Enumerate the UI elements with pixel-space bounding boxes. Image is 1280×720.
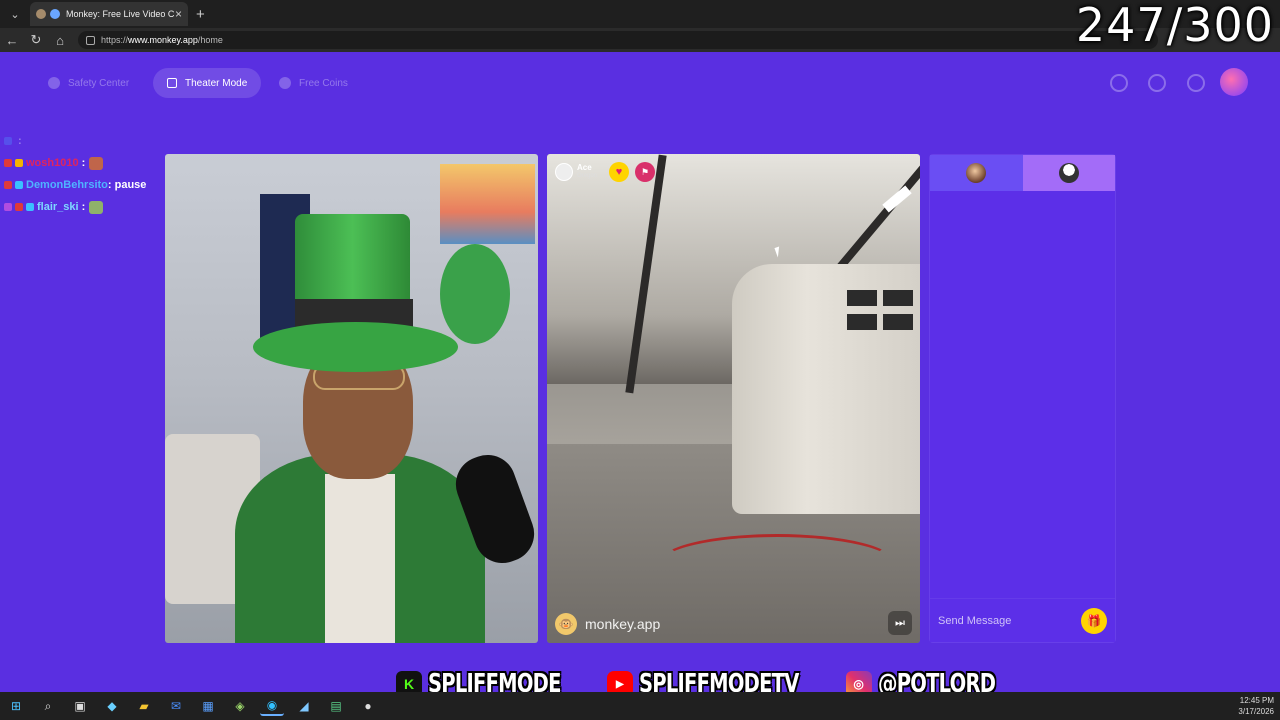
close-tab-icon[interactable]: ×: [175, 7, 182, 21]
refresh-icon[interactable]: ↻: [24, 32, 48, 48]
chat-message: :: [81, 157, 86, 169]
copilot-icon[interactable]: ◆: [100, 696, 124, 716]
leprechaun-decoration-graphic: [440, 244, 510, 344]
badge-icon: [4, 203, 12, 211]
trailer-window-graphic: [883, 290, 913, 306]
tab-self[interactable]: [930, 155, 1023, 191]
file-explorer-icon[interactable]: ▰: [132, 696, 156, 716]
chat-line: flair_ski :: [4, 196, 164, 218]
url-prefix: https://: [101, 35, 129, 45]
site-info-icon[interactable]: [86, 35, 95, 45]
participant-tabs: [930, 155, 1115, 191]
app-icon[interactable]: ▤: [324, 696, 348, 716]
send-message-input[interactable]: [938, 614, 1081, 627]
theater-mode-label: Theater Mode: [185, 77, 248, 89]
hose-graphic: [657, 534, 897, 594]
messages-icon[interactable]: [1187, 74, 1205, 92]
watermark-text: monkey.app: [585, 616, 661, 632]
chat-message: :: [81, 201, 86, 213]
tab-title: Monkey: Free Live Video Chat: [66, 9, 175, 19]
url-field[interactable]: https://www.monkey.app/home: [78, 31, 1158, 49]
safety-center-label: Safety Center: [68, 77, 130, 89]
badge-icon: [15, 159, 23, 167]
monkey-watermark: 🐵 monkey.app: [555, 613, 660, 635]
free-coins-label: Free Coins: [299, 77, 348, 89]
partner-text: Ace Oregon: [577, 163, 597, 181]
url-host: www.monkey.app: [128, 35, 198, 45]
badge-icon: [4, 137, 12, 145]
chat-message: :: [18, 135, 22, 147]
trailer-window-graphic: [847, 314, 877, 330]
outlook-icon[interactable]: ✉: [164, 696, 188, 716]
expand-icon: [167, 78, 177, 88]
task-view-icon[interactable]: ▣: [68, 696, 92, 716]
partner-avatar[interactable]: [555, 163, 573, 181]
partner-name: Ace: [577, 163, 592, 172]
url-path: /home: [197, 35, 223, 45]
browser-tab[interactable]: Monkey: Free Live Video Chat ×: [30, 2, 188, 26]
chat-line: :: [4, 130, 164, 152]
tab-partner[interactable]: [1022, 155, 1115, 191]
shirt-graphic: [325, 474, 395, 643]
partner-location: Oregon: [577, 173, 598, 179]
windows-taskbar: ⊞ ⌕ ▣ ◆ ▰ ✉ ▦ ◈ ◉ ◢ ▤ ● 12:45 PM 3/17/20…: [0, 692, 1280, 720]
stream-chat-overlay: : wosh1010 : DemonBehrsito : pause flair…: [4, 130, 164, 218]
search-icon[interactable]: ⌕: [36, 696, 60, 716]
chat-username: DemonBehrsito: [26, 179, 108, 191]
free-coins-button[interactable]: Free Coins: [265, 68, 362, 98]
badge-icon: [4, 159, 12, 167]
obs-icon[interactable]: ●: [356, 696, 380, 716]
theater-mode-button[interactable]: Theater Mode: [153, 68, 262, 98]
chat-username: flair_ski: [37, 201, 79, 213]
trailer-window-graphic: [883, 314, 913, 330]
badge-icon: [4, 181, 12, 189]
back-icon[interactable]: ←: [0, 33, 24, 48]
store-app-icon[interactable]: ▦: [196, 696, 220, 716]
self-avatar: [966, 163, 987, 183]
audio-indicator-icon: [50, 9, 60, 19]
chat-line: DemonBehrsito : pause: [4, 174, 164, 196]
viewer-goal-counter: 247/300: [1075, 0, 1274, 52]
store-icon[interactable]: [1110, 74, 1128, 92]
trailer-window-graphic: [847, 290, 877, 306]
match-chat-panel: 🎁: [929, 154, 1116, 643]
badge-icon: [15, 181, 23, 189]
heart-icon[interactable]: ♥: [609, 162, 630, 182]
new-tab-icon[interactable]: +: [196, 6, 205, 23]
monkey-favicon-icon: [36, 9, 46, 19]
partner-video-feed: Ace Oregon ♥ ⚑ 🐵 monkey.app ⏭: [547, 154, 920, 643]
safety-center-button[interactable]: Safety Center: [34, 68, 143, 98]
clock-date: 3/17/2026: [1238, 707, 1274, 716]
emote-icon: [89, 156, 104, 170]
badge-icon: [15, 203, 23, 211]
local-video-feed: [165, 154, 538, 643]
system-clock[interactable]: 12:45 PM 3/17/2026: [1238, 695, 1274, 717]
shield-icon: [48, 77, 60, 89]
chat-line: wosh1010 :: [4, 152, 164, 174]
monkey-logo-icon: 🐵: [555, 613, 577, 635]
chat-message: : pause: [107, 179, 147, 191]
partner-info: Ace Oregon ♥ ⚑: [555, 162, 656, 182]
gift-icon[interactable]: 🎁: [1081, 607, 1107, 634]
app-icon[interactable]: ◢: [292, 696, 316, 716]
badge-icon: [26, 203, 34, 211]
home-icon[interactable]: ⌂: [48, 33, 72, 48]
windows-start-icon[interactable]: ⊞: [4, 696, 28, 716]
partner-tab-avatar: [1058, 163, 1079, 183]
history-icon[interactable]: [1148, 74, 1166, 92]
profile-avatar[interactable]: [1220, 68, 1248, 96]
chat-username: wosh1010: [26, 157, 79, 169]
emote-icon: [89, 200, 104, 214]
skip-icon[interactable]: ⏭: [888, 611, 912, 635]
poster-graphic: [440, 164, 535, 244]
edge-icon[interactable]: ◉: [260, 696, 284, 716]
hat-brim-graphic: [253, 322, 458, 372]
report-icon[interactable]: ⚑: [635, 162, 656, 182]
clock-time: 12:45 PM: [1239, 696, 1274, 705]
m365-icon[interactable]: ◈: [228, 696, 252, 716]
message-composer: 🎁: [930, 598, 1115, 642]
coin-icon: [279, 77, 291, 89]
tab-list-dropdown-icon[interactable]: ⌄: [4, 4, 26, 24]
